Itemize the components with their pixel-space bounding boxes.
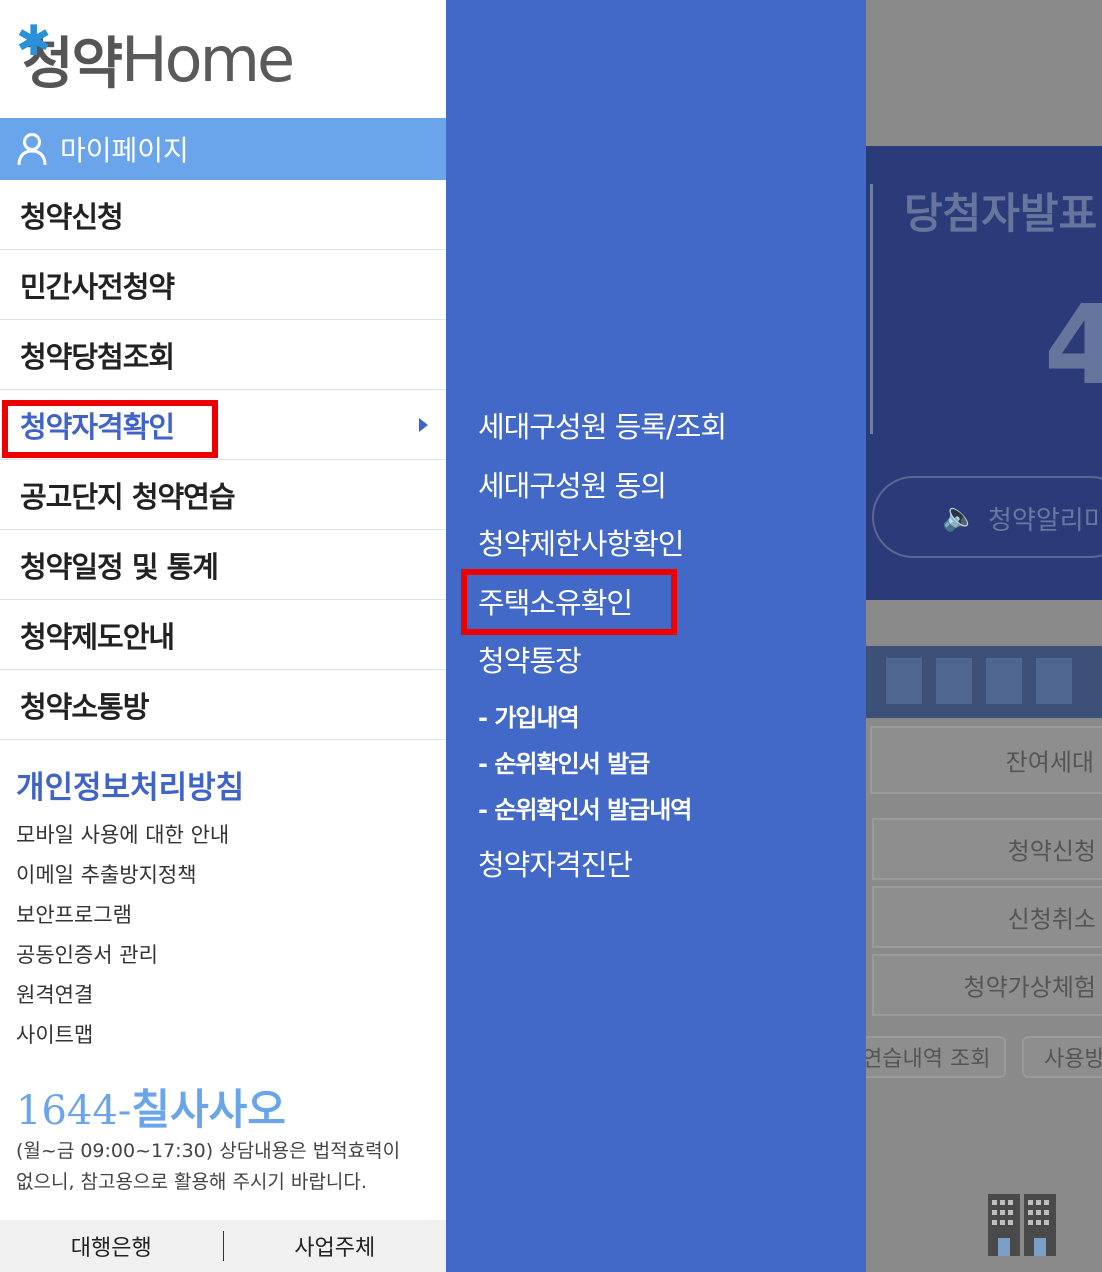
submenu-subscription-history[interactable]: - 가입내역: [478, 698, 580, 733]
menu-item-system-guide[interactable]: 청약제도안내: [0, 600, 446, 670]
submenu-household-register[interactable]: 세대구성원 등록/조회: [478, 404, 727, 446]
bank-button[interactable]: 대행은행: [0, 1230, 223, 1262]
policy-links: 개인정보처리방침 모바일 사용에 대한 안내 이메일 추출방지정책 보안프로그램…: [16, 762, 244, 1055]
card-remaining-units[interactable]: 잔여세대: [870, 726, 1102, 794]
highlight-box: [2, 400, 218, 458]
speaker-icon: 🔈: [942, 500, 977, 533]
menu-item-schedule-stats[interactable]: 청약일정 및 통계: [0, 530, 446, 600]
banner-window: [936, 658, 972, 704]
mobile-guide-link[interactable]: 모바일 사용에 대한 안내: [16, 815, 244, 855]
security-program-link[interactable]: 보안프로그램: [16, 895, 244, 935]
submenu-household-consent[interactable]: 세대구성원 동의: [478, 463, 667, 505]
practice-history-button[interactable]: 연습내역 조회: [866, 1036, 1006, 1078]
site-logo[interactable]: ✱ 청약 Home: [16, 16, 295, 97]
chevron-right-icon: [419, 417, 428, 432]
privacy-policy-link[interactable]: 개인정보처리방침: [16, 762, 244, 807]
navigation-drawer: ✱ 청약 Home 마이페이지 청약신청 민간사전청약 청약당첨조회 청약자격확…: [0, 0, 446, 1272]
business-button[interactable]: 사업주체: [224, 1230, 447, 1262]
how-to-use-button[interactable]: 사용방법: [1022, 1036, 1102, 1078]
winner-announcement-hero: 당첨자발표 4 🔈 청약알리미: [866, 146, 1102, 600]
menu-item-eligibility-check[interactable]: 청약자격확인: [0, 390, 446, 460]
email-policy-link[interactable]: 이메일 추출방지정책: [16, 855, 244, 895]
logo-english: Home: [121, 22, 295, 96]
call-center-number[interactable]: 1644-칠사사오: [16, 1076, 286, 1137]
menu-item-apply[interactable]: 청약신청: [0, 180, 446, 250]
submenu-restriction-check[interactable]: 청약제한사항확인: [478, 521, 684, 563]
drawer-footer: 대행은행 사업주체: [0, 1220, 446, 1272]
background-page: 당첨자발표 4 🔈 청약알리미 잔여세대 청약신청 신청취소 청약가상체험 연습…: [866, 0, 1102, 1272]
building-icon: [988, 1194, 1056, 1256]
sitemap-link[interactable]: 사이트맵: [16, 1015, 244, 1055]
highlight-box: [461, 569, 677, 635]
submenu-savings-account[interactable]: 청약통장: [478, 638, 582, 680]
banner-window: [1036, 658, 1072, 704]
logo-star-icon: ✱: [16, 16, 52, 65]
mypage-label: 마이페이지: [60, 134, 189, 167]
alarm-label: 청약알리미: [988, 506, 1102, 536]
submenu-rank-certificate-history[interactable]: - 순위확인서 발급내역: [478, 790, 692, 825]
building-banner: [866, 646, 1102, 718]
hero-number: 4: [1044, 281, 1102, 409]
menu-item-private-pre-subscription[interactable]: 민간사전청약: [0, 250, 446, 320]
card-apply[interactable]: 청약신청: [872, 818, 1102, 880]
banner-window: [986, 658, 1022, 704]
user-icon: [17, 133, 47, 166]
hero-title: 당첨자발표: [904, 189, 1098, 238]
banner-window: [886, 658, 922, 704]
alarm-button[interactable]: 🔈 청약알리미: [872, 476, 1102, 558]
card-cancel[interactable]: 신청취소: [872, 886, 1102, 948]
mypage-button[interactable]: 마이페이지: [0, 118, 446, 180]
hero-divider: [870, 184, 873, 434]
submenu-panel: 세대구성원 등록/조회 세대구성원 동의 청약제한사항확인 주택소유확인 청약통…: [446, 0, 866, 1272]
main-menu: 청약신청 민간사전청약 청약당첨조회 청약자격확인 공고단지 청약연습 청약일정…: [0, 180, 446, 740]
card-virtual-experience[interactable]: 청약가상체험: [872, 954, 1102, 1016]
submenu-rank-certificate[interactable]: - 순위확인서 발급: [478, 744, 650, 779]
menu-item-community[interactable]: 청약소통방: [0, 670, 446, 740]
menu-item-practice[interactable]: 공고단지 청약연습: [0, 460, 446, 530]
menu-item-winner-lookup[interactable]: 청약당첨조회: [0, 320, 446, 390]
consultation-hours: (월~금 09:00~17:30) 상담내용은 법적효력이 없으니, 참고용으로…: [16, 1140, 401, 1193]
certificate-management-link[interactable]: 공동인증서 관리: [16, 935, 244, 975]
remote-connection-link[interactable]: 원격연결: [16, 975, 244, 1015]
submenu-eligibility-diagnosis[interactable]: 청약자격진단: [478, 842, 633, 884]
